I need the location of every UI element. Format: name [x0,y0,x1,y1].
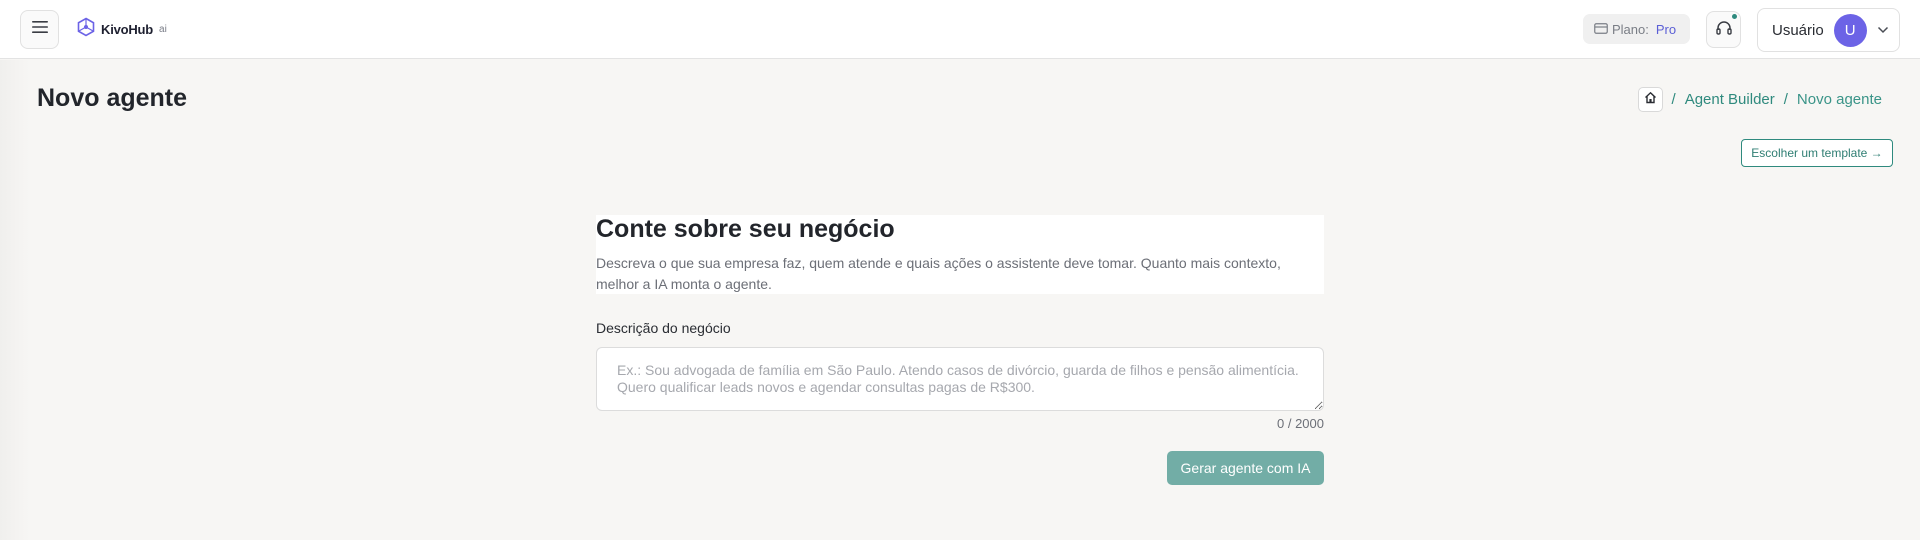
user-menu-button[interactable]: Usuário U [1757,8,1900,52]
generate-agent-button[interactable]: Gerar agente com IA [1167,451,1324,485]
logo-suffix: ai [159,23,167,35]
plan-badge[interactable]: Plano: Pro [1583,14,1690,44]
breadcrumb-home[interactable] [1637,86,1663,112]
top-bar: KivoHub ai Plano: Pro Usuário U [0,0,1920,59]
notification-dot [1732,14,1737,19]
logo-name: KivoHub [101,21,154,37]
user-name: Usuário [1772,21,1824,39]
breadcrumb-current: Novo agente [1796,90,1882,108]
plan-label: Plano: [1612,21,1649,37]
breadcrumb-separator: / [1671,90,1676,108]
business-description-input[interactable] [596,347,1324,411]
breadcrumb: / Agent Builder / Novo agente [1637,86,1882,112]
support-button[interactable] [1706,11,1741,48]
intro-section: Conte sobre seu negócio Descreva o que s… [596,215,1324,294]
breadcrumb-agent-builder[interactable]: Agent Builder [1685,91,1775,108]
avatar: U [1833,13,1867,47]
form-title: Conte sobre seu negócio [596,215,895,243]
business-description-label: Descrição do negócio [596,320,731,336]
page-title: Novo agente [37,84,188,112]
menu-button[interactable] [20,10,59,49]
form-description: Descreva o que sua empresa faz, quem ate… [596,255,1281,292]
headphones-icon [1715,20,1732,40]
breadcrumb-separator: / [1783,90,1788,108]
card-icon [1594,22,1608,37]
home-icon [1644,91,1657,108]
character-counter: 0 / 2000 [1277,416,1324,431]
app-logo[interactable]: KivoHub ai [76,17,167,42]
page-edge-shade [0,60,30,540]
hexagon-network-icon [76,17,96,42]
choose-template-button[interactable]: Escolher um template → [1741,139,1893,167]
hamburger-icon [31,20,48,39]
plan-value: Pro [1655,21,1677,37]
chevron-down-icon [1877,26,1889,34]
